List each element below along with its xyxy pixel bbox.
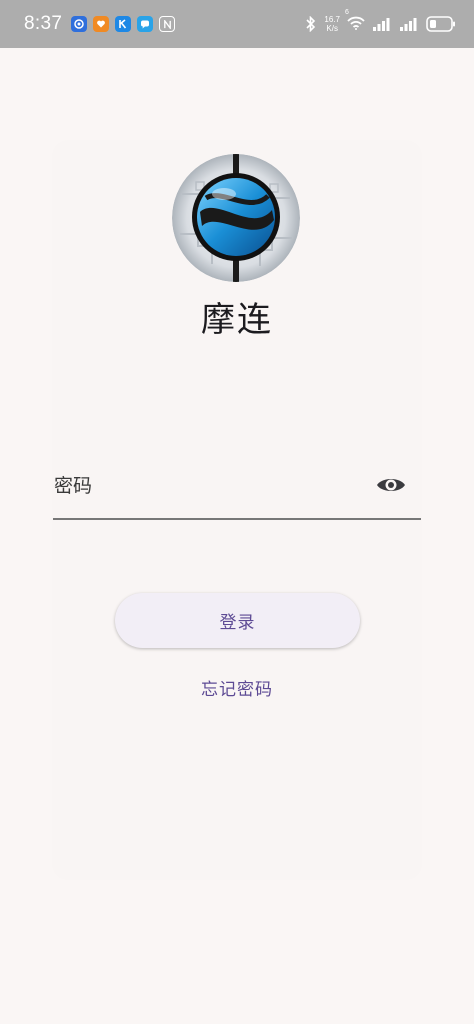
wifi-icon bbox=[347, 16, 365, 30]
bluetooth-icon bbox=[306, 16, 316, 32]
app-logo bbox=[172, 154, 300, 282]
status-time: 8:37 bbox=[24, 13, 63, 34]
k-app-icon bbox=[115, 16, 132, 32]
status-bar: 8:37 16.7 K/s 6 bbox=[0, 0, 474, 48]
wifi-6-label: 6 bbox=[345, 8, 349, 16]
net-speed: 16.7 K/s bbox=[324, 15, 340, 33]
net-speed-unit: K/s bbox=[326, 24, 338, 33]
toggle-password-visibility-button[interactable] bbox=[374, 471, 408, 499]
status-right: 16.7 K/s 6 bbox=[305, 9, 456, 34]
battery-icon bbox=[426, 16, 455, 32]
login-button[interactable]: 登录 bbox=[115, 593, 360, 648]
forgot-password-link[interactable]: 忘记密码 bbox=[0, 675, 474, 700]
app-name: 摩连 bbox=[201, 300, 273, 340]
nfc-icon bbox=[159, 16, 176, 32]
notification-icons bbox=[71, 16, 176, 32]
eye-icon bbox=[377, 479, 405, 491]
password-underline bbox=[53, 518, 421, 520]
app-notification-icon bbox=[71, 16, 88, 32]
app-root: 8:37 16.7 K/s 6 摩连 密码 登录 忘记密码 bbox=[0, 0, 474, 1024]
wifi-indicator: 6 bbox=[345, 9, 365, 34]
message-app-icon bbox=[137, 16, 154, 32]
signal-icon-2 bbox=[400, 18, 417, 31]
net-speed-value: 16.7 bbox=[324, 15, 340, 24]
password-input[interactable] bbox=[54, 458, 354, 514]
heart-app-icon bbox=[93, 16, 110, 32]
signal-icon bbox=[373, 18, 390, 31]
